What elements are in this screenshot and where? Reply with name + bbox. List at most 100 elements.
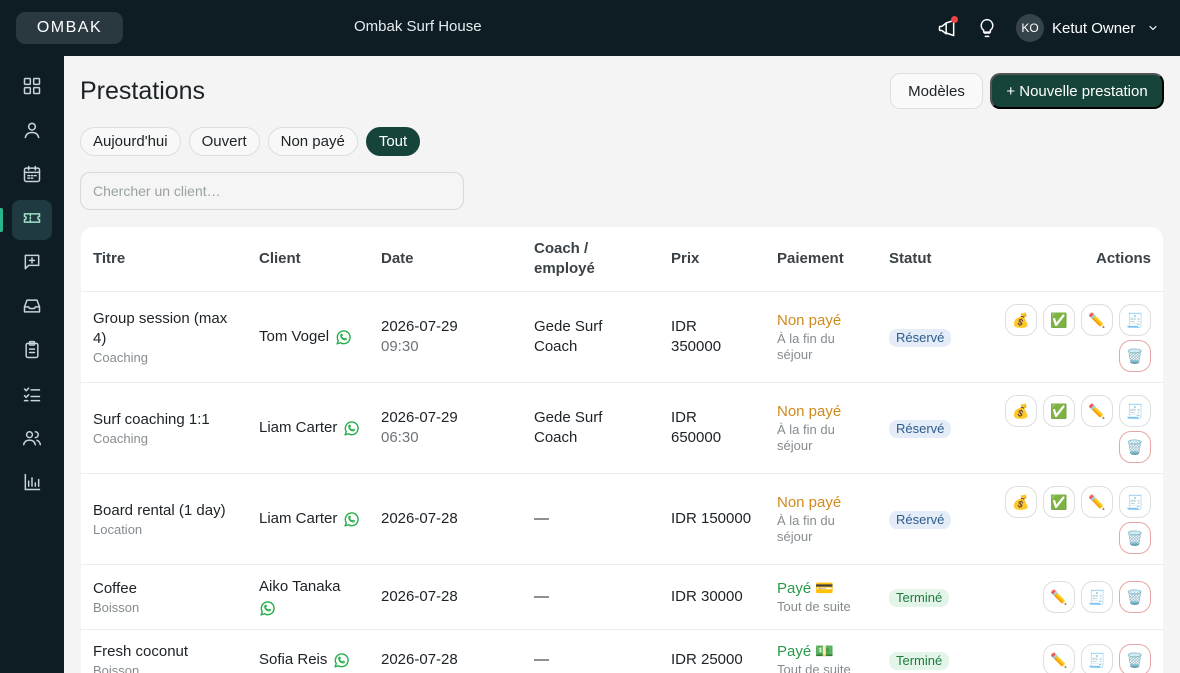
complete-button[interactable]: ✅ xyxy=(1043,486,1075,518)
user-icon xyxy=(22,120,42,145)
chevron-down-icon xyxy=(1147,22,1159,34)
sidebar-item-reports[interactable] xyxy=(12,464,52,504)
user-menu[interactable]: KO Ketut Owner xyxy=(1016,14,1159,42)
complete-button[interactable]: ✅ xyxy=(1043,304,1075,336)
client-name[interactable]: Sofia Reis xyxy=(259,651,327,668)
megaphone-icon[interactable] xyxy=(935,16,959,40)
receipt-button[interactable]: 🧾 xyxy=(1081,644,1113,673)
price-line1: IDR xyxy=(671,318,697,335)
sidebar-item-calendar[interactable] xyxy=(12,156,52,196)
receipt-button[interactable]: 🧾 xyxy=(1119,304,1151,336)
delete-button[interactable]: 🗑️ xyxy=(1119,644,1151,673)
row-client: Tom Vogel xyxy=(259,327,352,347)
row-category: Location xyxy=(93,522,143,537)
sidebar-item-messages[interactable] xyxy=(12,244,52,284)
mark-paid-button[interactable]: 💰 xyxy=(1005,486,1037,518)
row-title[interactable]: Surf coaching 1:1 Coaching xyxy=(93,410,243,448)
row-title[interactable]: Coffee Boisson xyxy=(93,579,243,617)
row-payment: Payé 💳 Tout de suite xyxy=(777,579,851,615)
row-category: Boisson xyxy=(93,663,140,673)
search-input[interactable] xyxy=(80,172,464,210)
edit-button[interactable]: ✏️ xyxy=(1043,644,1075,673)
delete-button[interactable]: 🗑️ xyxy=(1119,431,1151,463)
price-line1: IDR xyxy=(671,409,697,426)
brand-logo[interactable]: OMBAK xyxy=(16,12,123,44)
sidebar-item-dashboard[interactable] xyxy=(12,68,52,108)
edit-button[interactable]: ✏️ xyxy=(1043,581,1075,613)
new-service-button[interactable]: + Nouvelle prestation xyxy=(990,73,1164,109)
sidebar-item-tasks[interactable] xyxy=(12,332,52,372)
sidebar-item-services[interactable] xyxy=(12,200,52,240)
delete-button[interactable]: 🗑️ xyxy=(1119,522,1151,554)
row-coach: — xyxy=(534,509,549,529)
avatar: KO xyxy=(1016,14,1044,42)
row-title[interactable]: Fresh coconut Boisson xyxy=(93,642,243,673)
row-price: IDR 30000 xyxy=(671,587,743,607)
row-title[interactable]: Board rental (1 day) Location xyxy=(93,501,243,539)
row-date: 2026-07-29 06:30 xyxy=(381,408,458,448)
complete-button[interactable]: ✅ xyxy=(1043,395,1075,427)
date-value: 2026-07-28 xyxy=(381,510,458,527)
date-value: 2026-07-28 xyxy=(381,651,458,668)
payment-status: Non payé xyxy=(777,312,842,329)
divider xyxy=(81,291,1163,292)
coach-line2: Coach xyxy=(534,338,578,355)
header-coach-line2: employé xyxy=(534,260,595,277)
row-payment: Payé 💵 Tout de suite xyxy=(777,642,851,673)
coach-line1: Gede Surf xyxy=(534,409,603,426)
receipt-button[interactable]: 🧾 xyxy=(1119,395,1151,427)
coach-line2: Coach xyxy=(534,429,578,446)
title-line2: 4) xyxy=(93,330,107,347)
receipt-button[interactable]: 🧾 xyxy=(1081,581,1113,613)
filter-all[interactable]: Tout xyxy=(365,127,421,156)
models-button[interactable]: Modèles xyxy=(890,73,983,109)
filter-today[interactable]: Aujourd'hui xyxy=(80,127,181,156)
header-date: Date xyxy=(381,250,414,267)
row-category: Coaching xyxy=(93,350,148,365)
edit-button[interactable]: ✏️ xyxy=(1081,304,1113,336)
client-name[interactable]: Aiko Tanaka xyxy=(259,577,340,597)
row-category: Coaching xyxy=(93,431,148,446)
row-title[interactable]: Group session (max 4) Coaching xyxy=(93,309,243,367)
row-date: 2026-07-28 xyxy=(381,650,458,670)
sidebar-item-profile[interactable] xyxy=(12,112,52,152)
calendar-icon xyxy=(22,164,42,189)
row-status: Réservé xyxy=(889,420,952,438)
row-category: Boisson xyxy=(93,600,140,615)
coach-line1: — xyxy=(534,588,549,605)
mark-paid-button[interactable]: 💰 xyxy=(1005,304,1037,336)
date-value: 2026-07-28 xyxy=(381,588,458,605)
whatsapp-icon[interactable] xyxy=(343,420,360,437)
whatsapp-icon[interactable] xyxy=(343,511,360,528)
edit-button[interactable]: ✏️ xyxy=(1081,395,1113,427)
whatsapp-icon[interactable] xyxy=(259,600,276,617)
row-status: Réservé xyxy=(889,329,952,347)
whatsapp-icon[interactable] xyxy=(333,652,350,669)
filter-open[interactable]: Ouvert xyxy=(188,127,260,156)
sidebar-item-checklist[interactable] xyxy=(12,376,52,416)
whatsapp-icon[interactable] xyxy=(335,329,352,346)
edit-button[interactable]: ✏️ xyxy=(1081,486,1113,518)
row-date: 2026-07-28 xyxy=(381,509,458,529)
receipt-button[interactable]: 🧾 xyxy=(1119,486,1151,518)
payment-status: Payé 💳 xyxy=(777,580,835,597)
sidebar-item-inbox[interactable] xyxy=(12,288,52,328)
client-name[interactable]: Liam Carter xyxy=(259,419,337,436)
status-badge: Réservé xyxy=(889,329,952,347)
row-client: Liam Carter xyxy=(259,509,360,529)
mark-paid-button[interactable]: 💰 xyxy=(1005,395,1037,427)
client-name[interactable]: Tom Vogel xyxy=(259,328,329,345)
row-coach: Gede Surf Coach xyxy=(534,317,602,357)
lightbulb-icon[interactable] xyxy=(975,16,999,40)
sidebar-item-team[interactable] xyxy=(12,420,52,460)
filter-unpaid[interactable]: Non payé xyxy=(267,127,358,156)
payment-status: Payé 💵 xyxy=(777,643,835,660)
client-name[interactable]: Liam Carter xyxy=(259,510,337,527)
delete-button[interactable]: 🗑️ xyxy=(1119,581,1151,613)
active-indicator xyxy=(0,208,3,232)
dashboard-grid-icon xyxy=(22,76,42,101)
header-coach-line1: Coach / xyxy=(534,240,589,257)
price-line1: IDR 25000 xyxy=(671,651,743,668)
delete-button[interactable]: 🗑️ xyxy=(1119,340,1151,372)
date-value: 2026-07-29 xyxy=(381,409,458,426)
